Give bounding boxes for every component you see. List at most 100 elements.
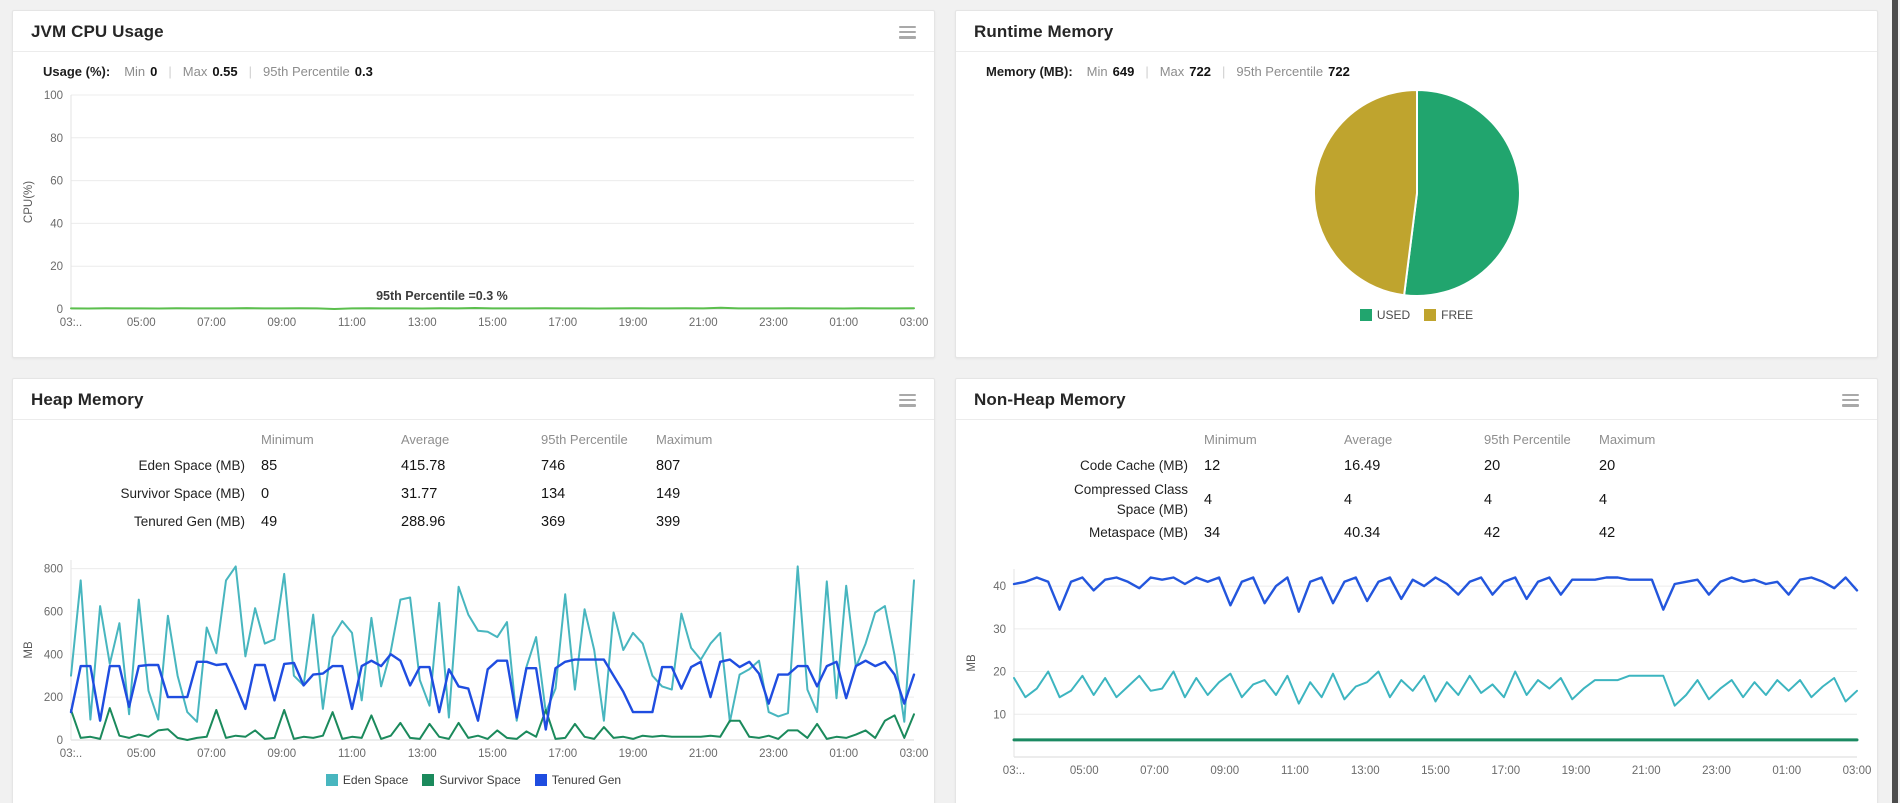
non-heap-memory-table: Minimum Average 95th Percentile Maximum … (974, 426, 1859, 547)
svg-text:05:00: 05:00 (127, 317, 156, 329)
svg-text:40: 40 (993, 581, 1006, 593)
stat-min-value: 649 (1112, 64, 1135, 79)
cell-value: 369 (541, 514, 566, 530)
non-heap-memory-chart: 10 20 30 40 03:.. 05:00 07:00 09:00 11:00 13:00 15… (962, 557, 1871, 781)
table-row: Survivor Space (MB) 0 31.77 134 149 (31, 480, 916, 508)
table-row: Code Cache (MB) 12 16.49 20 20 (974, 452, 1859, 480)
svg-text:09:00: 09:00 (267, 748, 296, 760)
svg-text:03:00: 03:00 (1843, 765, 1871, 777)
svg-text:800: 800 (44, 564, 63, 576)
cell-value: 134 (541, 486, 566, 502)
svg-text:03:00: 03:00 (900, 748, 928, 760)
legend-item-free[interactable]: FREE (1424, 308, 1473, 322)
svg-text:01:00: 01:00 (1772, 765, 1801, 777)
legend-item-tenured-gen[interactable]: Tenured Gen (534, 773, 622, 787)
panel-header: Runtime Memory (956, 11, 1877, 52)
legend-label: Survivor Space (439, 773, 521, 787)
panel-header: Heap Memory (13, 379, 934, 420)
cell-value: 31.77 (401, 486, 438, 502)
runtime-memory-pie-chart (1311, 87, 1523, 304)
stat-separator: | (168, 64, 172, 79)
svg-text:100: 100 (44, 90, 63, 102)
svg-text:0: 0 (57, 735, 63, 747)
svg-text:400: 400 (44, 649, 63, 661)
legend-label: Tenured Gen (551, 773, 622, 787)
legend-swatch (1424, 309, 1437, 321)
svg-text:03:00: 03:00 (900, 317, 928, 329)
stat-metric-label: Memory (MB): (986, 64, 1073, 79)
cell-value: 16.49 (1344, 458, 1381, 474)
svg-text:03:..: 03:.. (60, 317, 82, 329)
legend-item-survivor-space[interactable]: Survivor Space (422, 773, 521, 787)
cell-value: 4 (1599, 491, 1608, 508)
col-header-minimum: Minimum (1204, 431, 1257, 447)
table-row: Tenured Gen (MB) 49 288.96 369 399 (31, 508, 916, 536)
svg-text:CPU(%): CPU(%) (23, 181, 35, 223)
svg-text:01:00: 01:00 (829, 317, 858, 329)
hamburger-icon[interactable] (1842, 393, 1859, 407)
cell-value: 34 (1204, 525, 1221, 542)
col-header-maximum: Maximum (656, 431, 713, 447)
svg-text:MB: MB (23, 641, 35, 659)
stat-min-value: 0 (150, 64, 158, 79)
cell-value: 4 (1484, 491, 1493, 508)
cell-value: 49 (261, 514, 278, 530)
pie-slice-used[interactable] (1402, 88, 1521, 297)
panel-title: Non-Heap Memory (974, 390, 1126, 409)
svg-text:40: 40 (50, 218, 63, 230)
panel-non-heap-memory: Non-Heap Memory Minimum Average 95th Per… (955, 378, 1878, 803)
panel-header: Non-Heap Memory (956, 379, 1877, 420)
svg-text:21:00: 21:00 (1632, 765, 1661, 777)
stat-p95-label: 95th Percentile (263, 64, 350, 79)
legend-item-used[interactable]: USED (1359, 308, 1411, 322)
cell-value: 20 (1484, 458, 1501, 474)
hamburger-icon[interactable] (899, 393, 916, 407)
legend-item-eden-space[interactable]: Eden Space (325, 773, 409, 787)
scrollbar[interactable] (1892, 0, 1898, 803)
svg-text:19:00: 19:00 (619, 748, 648, 760)
table-row: Compressed Class Space (MB) 4 4 4 4 (974, 480, 1859, 519)
cell-value: 149 (656, 486, 681, 502)
legend-swatch (534, 774, 547, 786)
svg-text:600: 600 (44, 606, 63, 618)
svg-text:09:00: 09:00 (267, 317, 296, 329)
svg-text:23:00: 23:00 (1702, 765, 1731, 777)
cell-value: 20 (1599, 458, 1616, 474)
cell-value: 85 (261, 458, 278, 474)
panel-title: JVM CPU Usage (31, 22, 164, 41)
panel-jvm-cpu-usage: JVM CPU Usage Usage (%): Min 0 | Max 0.5… (12, 10, 935, 358)
cell-value: 40.34 (1344, 525, 1381, 542)
cell-value: 42 (1599, 525, 1616, 542)
stat-max-label: Max (182, 64, 208, 79)
svg-text:60: 60 (50, 176, 63, 188)
panel-runtime-memory: Runtime Memory Memory (MB): Min 649 | Ma… (955, 10, 1878, 358)
svg-text:01:00: 01:00 (829, 748, 858, 760)
row-label: Eden Space (MB) (138, 458, 245, 474)
svg-text:MB: MB (966, 654, 978, 672)
svg-text:05:00: 05:00 (127, 748, 156, 760)
svg-text:03:..: 03:.. (1003, 765, 1025, 777)
legend-label: Eden Space (342, 773, 409, 787)
pie-slice-free[interactable] (1312, 88, 1418, 297)
heap-memory-table: Minimum Average 95th Percentile Maximum … (31, 426, 916, 536)
svg-text:07:00: 07:00 (1140, 765, 1169, 777)
svg-text:30: 30 (993, 624, 1006, 636)
stat-max-value: 722 (1189, 64, 1211, 79)
cell-value: 399 (656, 514, 681, 530)
svg-text:95th Percentile =0.3 %: 95th Percentile =0.3 % (376, 289, 508, 303)
stat-separator: | (248, 64, 253, 79)
svg-text:23:00: 23:00 (759, 317, 788, 329)
svg-text:07:00: 07:00 (197, 748, 226, 760)
legend-label: USED (1376, 308, 1411, 322)
svg-text:03:..: 03:.. (60, 748, 82, 760)
svg-text:15:00: 15:00 (478, 317, 507, 329)
svg-text:05:00: 05:00 (1070, 765, 1099, 777)
svg-text:13:00: 13:00 (408, 748, 437, 760)
svg-text:09:00: 09:00 (1210, 765, 1239, 777)
row-label: Tenured Gen (MB) (133, 514, 245, 530)
svg-text:0: 0 (57, 304, 63, 316)
row-label: Survivor Space (MB) (120, 486, 245, 502)
svg-text:17:00: 17:00 (1491, 765, 1520, 777)
hamburger-icon[interactable] (899, 25, 916, 39)
runtime-memory-pie-wrap: USED FREE (956, 87, 1877, 322)
